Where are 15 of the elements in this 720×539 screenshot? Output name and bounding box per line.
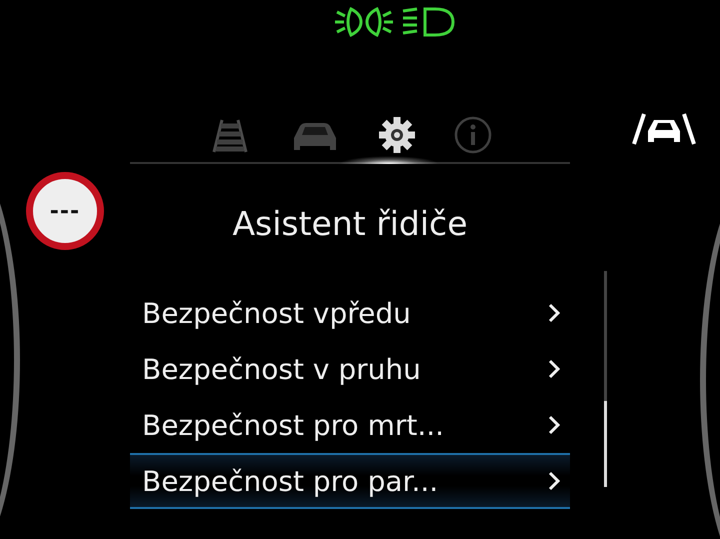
high-beam-icon: [401, 6, 457, 38]
lane-assist-icon: [632, 112, 696, 146]
chevron-right-icon: [548, 471, 560, 491]
menu-item[interactable]: Bezpečnost pro mrt...: [130, 397, 570, 453]
chevron-right-icon: [548, 359, 560, 379]
chevron-right-icon: [548, 303, 560, 323]
chevron-right-icon: [548, 415, 560, 435]
low-beam-icon: [333, 6, 395, 38]
settings-icon: [378, 116, 416, 154]
menu-item[interactable]: Bezpečnost v pruhu: [130, 341, 570, 397]
info-icon: [454, 116, 492, 154]
speed-limit-sign: ---: [26, 172, 104, 250]
menu-item[interactable]: Bezpečnost pro par...: [130, 453, 570, 509]
menu-item[interactable]: Bezpečnost vpředu: [130, 285, 570, 341]
menu-title: Asistent řidiče: [231, 204, 468, 243]
